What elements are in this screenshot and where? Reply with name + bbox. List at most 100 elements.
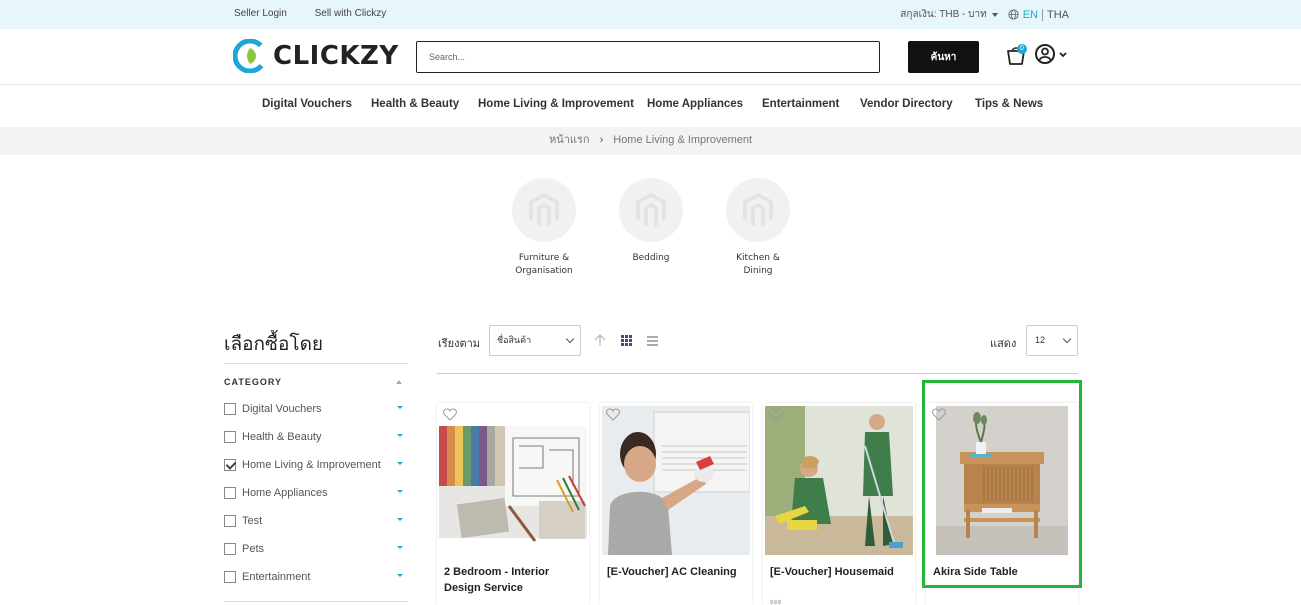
highlight-box xyxy=(922,380,1082,588)
main-nav: Digital Vouchers Health & Beauty Home Li… xyxy=(0,85,1301,127)
grid-view-icon[interactable] xyxy=(621,335,632,346)
category-item[interactable]: Health & Beauty xyxy=(224,429,408,445)
chevron-down-icon[interactable] xyxy=(397,574,403,577)
product-name[interactable]: 2 Bedroom - Interior Design Service xyxy=(444,564,584,596)
divider xyxy=(224,601,408,602)
checkbox[interactable] xyxy=(224,515,236,527)
divider xyxy=(224,363,408,364)
placeholder-image xyxy=(619,178,683,242)
sidebar-title: เลือกซื้อโดย xyxy=(224,333,324,355)
account-menu[interactable] xyxy=(1034,43,1068,70)
chevron-down-icon[interactable] xyxy=(397,490,403,493)
top-bar: Seller Login Sell with Clickzy สกุลเงิน:… xyxy=(0,0,1301,29)
logo[interactable]: CLICKZY xyxy=(233,39,399,73)
product-card[interactable]: [E-Voucher] Housemaid ฿฿฿ xyxy=(763,403,915,605)
subcategory-label: Bedding xyxy=(632,253,670,263)
logo-text: CLICKZY xyxy=(273,41,399,71)
top-links: Seller Login Sell with Clickzy xyxy=(234,8,411,19)
product-image[interactable] xyxy=(439,406,587,555)
nav-digital-vouchers[interactable]: Digital Vouchers xyxy=(262,98,352,110)
chevron-down-icon[interactable] xyxy=(991,12,998,17)
category-filter-heading[interactable]: CATEGORY xyxy=(224,377,282,387)
currency-switcher[interactable]: สกุลเงิน: THB - บาท xyxy=(900,7,986,22)
sort-value: ชื่อสินค้า xyxy=(497,335,532,345)
nav-home-living[interactable]: Home Living & Improvement xyxy=(478,98,634,110)
category-item[interactable]: Home Living & Improvement xyxy=(224,457,408,473)
category-item[interactable]: Home Appliances xyxy=(224,485,408,501)
breadcrumb: หน้าแรก › Home Living & Improvement xyxy=(0,127,1301,155)
product-price-placeholder: ฿฿฿ xyxy=(770,600,782,605)
category-item[interactable]: Digital Vouchers xyxy=(224,401,408,417)
product-card[interactable]: 2 Bedroom - Interior Design Service xyxy=(437,403,589,605)
product-image[interactable] xyxy=(765,406,913,555)
checkbox[interactable] xyxy=(224,431,236,443)
chevron-down-icon xyxy=(565,334,575,344)
breadcrumb-separator-icon: › xyxy=(599,134,604,146)
limit-select[interactable]: 12 xyxy=(1026,325,1078,356)
divider xyxy=(1042,8,1043,21)
category-item[interactable]: Test xyxy=(224,513,408,529)
category-label[interactable]: Home Appliances xyxy=(242,487,328,499)
divider xyxy=(437,373,1078,374)
nav-entertainment[interactable]: Entertainment xyxy=(762,98,839,110)
product-image[interactable] xyxy=(602,406,750,555)
wishlist-heart-icon[interactable] xyxy=(443,408,457,421)
nav-tips-news[interactable]: Tips & News xyxy=(975,98,1043,110)
user-icon xyxy=(1035,44,1067,64)
category-label[interactable]: Digital Vouchers xyxy=(242,403,322,415)
wishlist-heart-icon[interactable] xyxy=(932,408,946,421)
chevron-up-icon[interactable] xyxy=(396,380,402,384)
chevron-down-icon[interactable] xyxy=(397,546,403,549)
product-name[interactable]: [E-Voucher] AC Cleaning xyxy=(607,564,747,580)
category-label[interactable]: Health & Beauty xyxy=(242,431,322,443)
list-view-icon[interactable] xyxy=(647,336,658,348)
nav-health-beauty[interactable]: Health & Beauty xyxy=(371,98,459,110)
sort-select[interactable]: ชื่อสินค้า xyxy=(489,325,581,356)
search-input[interactable] xyxy=(416,41,880,73)
category-item[interactable]: Entertainment xyxy=(224,569,408,585)
seller-login-link[interactable]: Seller Login xyxy=(234,8,287,19)
top-right: สกุลเงิน: THB - บาท EN THA xyxy=(900,7,1069,22)
nav-vendor-directory[interactable]: Vendor Directory xyxy=(860,98,953,110)
checkbox[interactable] xyxy=(224,403,236,415)
subcategory-label: Kitchen & Dining xyxy=(736,253,780,276)
cart-count-badge: 0 xyxy=(1017,44,1027,54)
limit-value: 12 xyxy=(1035,335,1046,345)
checkbox[interactable] xyxy=(224,543,236,555)
placeholder-image xyxy=(512,178,576,242)
breadcrumb-home[interactable]: หน้าแรก xyxy=(549,134,590,146)
subcategory-kitchen[interactable]: Kitchen & Dining xyxy=(718,178,798,278)
magento-icon xyxy=(529,193,559,227)
subcategory-bedding[interactable]: Bedding xyxy=(611,178,691,265)
logo-icon xyxy=(233,39,267,73)
magento-icon xyxy=(636,193,666,227)
lang-th-link[interactable]: THA xyxy=(1047,9,1069,21)
checkbox-checked[interactable] xyxy=(224,459,236,471)
category-item[interactable]: Pets xyxy=(224,541,408,557)
chevron-down-icon[interactable] xyxy=(397,462,403,465)
wishlist-heart-icon[interactable] xyxy=(606,408,620,421)
nav-home-appliances[interactable]: Home Appliances xyxy=(647,98,743,110)
globe-icon xyxy=(1008,9,1019,20)
subcategory-furniture[interactable]: Furniture & Organisation xyxy=(504,178,584,278)
chevron-down-icon[interactable] xyxy=(397,434,403,437)
checkbox[interactable] xyxy=(224,487,236,499)
category-label[interactable]: Test xyxy=(242,515,262,527)
product-name[interactable]: [E-Voucher] Housemaid xyxy=(770,564,910,580)
search-button[interactable]: ค้นหา xyxy=(908,41,979,73)
checkbox[interactable] xyxy=(224,571,236,583)
chevron-down-icon[interactable] xyxy=(397,406,403,409)
category-label[interactable]: Entertainment xyxy=(242,571,310,583)
wishlist-heart-icon[interactable] xyxy=(769,408,783,421)
limit-label: แสดง xyxy=(990,338,1017,350)
product-card[interactable]: [E-Voucher] AC Cleaning xyxy=(600,403,752,605)
placeholder-image xyxy=(726,178,790,242)
sort-label: เรียงตาม xyxy=(438,338,481,350)
sort-direction-arrow-icon[interactable] xyxy=(594,334,606,347)
chevron-down-icon xyxy=(1062,334,1072,344)
chevron-down-icon[interactable] xyxy=(397,518,403,521)
category-label[interactable]: Pets xyxy=(242,543,264,555)
sell-with-link[interactable]: Sell with Clickzy xyxy=(315,8,387,19)
category-label[interactable]: Home Living & Improvement xyxy=(242,459,381,471)
lang-en-link[interactable]: EN xyxy=(1023,9,1038,21)
